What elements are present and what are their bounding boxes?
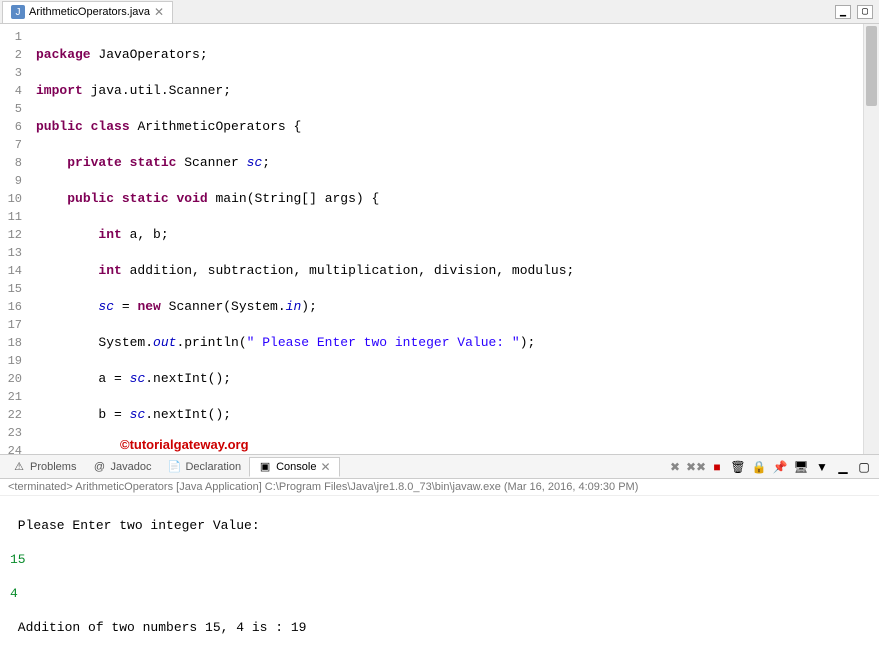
scroll-lock-button[interactable]: 🔒	[750, 458, 768, 476]
line-number: 22	[4, 406, 22, 424]
code-line: package JavaOperators;	[36, 46, 857, 64]
code-line: int a, b;	[36, 226, 857, 244]
line-number: 19	[4, 352, 22, 370]
line-number: 9	[4, 172, 22, 190]
java-file-icon: J	[11, 5, 25, 19]
code-line: int addition, subtraction, multiplicatio…	[36, 262, 857, 280]
console-line: Please Enter two integer Value:	[10, 517, 869, 534]
terminated-status: <terminated>	[8, 481, 73, 493]
line-number-gutter: 1 2 3 4 5 6 7 8 9 10 11 12 13 14 15 16 1…	[0, 24, 30, 454]
line-number: 21	[4, 388, 22, 406]
code-line: a = sc.nextInt();	[36, 370, 857, 388]
line-number: 23	[4, 424, 22, 442]
editor-tab[interactable]: J ArithmeticOperators.java ✕	[2, 1, 173, 23]
console-icon: ▣	[258, 460, 272, 474]
tab-console[interactable]: ▣ Console ✕	[249, 457, 339, 477]
clear-console-button[interactable]: 🗑	[729, 458, 747, 476]
line-number: 18	[4, 334, 22, 352]
line-number: 7	[4, 136, 22, 154]
line-number: 15	[4, 280, 22, 298]
scrollbar-thumb[interactable]	[866, 26, 877, 106]
line-number: 8	[4, 154, 22, 172]
line-number: 10	[4, 190, 22, 208]
terminate-button[interactable]: ■	[708, 458, 726, 476]
process-path: ArithmeticOperators [Java Application] C…	[73, 481, 639, 493]
line-number: 4	[4, 82, 22, 100]
console-process-info: <terminated> ArithmeticOperators [Java A…	[0, 479, 879, 496]
minimize-view-button[interactable]: ▁	[834, 458, 852, 476]
tab-label: Problems	[30, 461, 76, 473]
window-controls: ▁ ▢	[835, 5, 879, 19]
line-number: 17	[4, 316, 22, 334]
line-number: 20	[4, 370, 22, 388]
line-number: 24	[4, 442, 22, 455]
open-console-dropdown[interactable]: ▼	[813, 458, 831, 476]
code-content[interactable]: package JavaOperators; import java.util.…	[30, 24, 863, 454]
line-number: 5	[4, 100, 22, 118]
tab-label: Declaration	[185, 461, 241, 473]
line-number: 6	[4, 118, 22, 136]
display-button[interactable]: 🖥	[792, 458, 810, 476]
code-line: sc = new Scanner(System.in);	[36, 298, 857, 316]
code-line: import java.util.Scanner;	[36, 82, 857, 100]
line-number: 2	[4, 46, 22, 64]
tab-problems[interactable]: ⚠ Problems	[4, 458, 84, 476]
declaration-icon: 📄	[167, 460, 181, 474]
javadoc-icon: @	[92, 460, 106, 474]
problems-icon: ⚠	[12, 460, 26, 474]
tab-title: ArithmeticOperators.java	[29, 6, 150, 18]
console-output[interactable]: Please Enter two integer Value: 15 4 Add…	[0, 496, 879, 646]
minimize-button[interactable]: ▁	[835, 5, 851, 19]
remove-launch-button[interactable]: ✖	[666, 458, 684, 476]
tab-label: Javadoc	[110, 461, 151, 473]
tab-label: Console	[276, 461, 316, 473]
tab-javadoc[interactable]: @ Javadoc	[84, 458, 159, 476]
close-icon[interactable]: ✕	[320, 460, 330, 474]
console-user-input: 4	[10, 585, 869, 602]
line-number: 12	[4, 226, 22, 244]
editor-tab-bar: J ArithmeticOperators.java ✕ ▁ ▢	[0, 0, 879, 24]
code-line: b = sc.nextInt();	[36, 406, 857, 424]
line-number: 14	[4, 262, 22, 280]
console-user-input: 15	[10, 551, 869, 568]
maximize-view-button[interactable]: ▢	[855, 458, 873, 476]
pin-console-button[interactable]: 📌	[771, 458, 789, 476]
line-number: 11	[4, 208, 22, 226]
console-toolbar: ✖ ✖✖ ■ 🗑 🔒 📌 🖥 ▼ ▁ ▢	[666, 458, 879, 476]
code-line: public class ArithmeticOperators {	[36, 118, 857, 136]
vertical-scrollbar[interactable]	[863, 24, 879, 454]
code-line: private static Scanner sc;	[36, 154, 857, 172]
code-editor[interactable]: 1 2 3 4 5 6 7 8 9 10 11 12 13 14 15 16 1…	[0, 24, 879, 455]
line-number: 3	[4, 64, 22, 82]
code-line: System.out.println(" Please Enter two in…	[36, 334, 857, 352]
remove-all-button[interactable]: ✖✖	[687, 458, 705, 476]
tab-declaration[interactable]: 📄 Declaration	[159, 458, 249, 476]
watermark-text: ©tutorialgateway.org	[120, 437, 249, 452]
line-number: 16	[4, 298, 22, 316]
code-line: public static void main(String[] args) {	[36, 190, 857, 208]
line-number: 13	[4, 244, 22, 262]
console-line: Addition of two numbers 15, 4 is : 19	[10, 619, 869, 636]
line-number: 1	[4, 28, 22, 46]
maximize-button[interactable]: ▢	[857, 5, 873, 19]
close-icon[interactable]: ✕	[154, 5, 164, 19]
bottom-panel-tabs: ⚠ Problems @ Javadoc 📄 Declaration ▣ Con…	[0, 455, 879, 479]
